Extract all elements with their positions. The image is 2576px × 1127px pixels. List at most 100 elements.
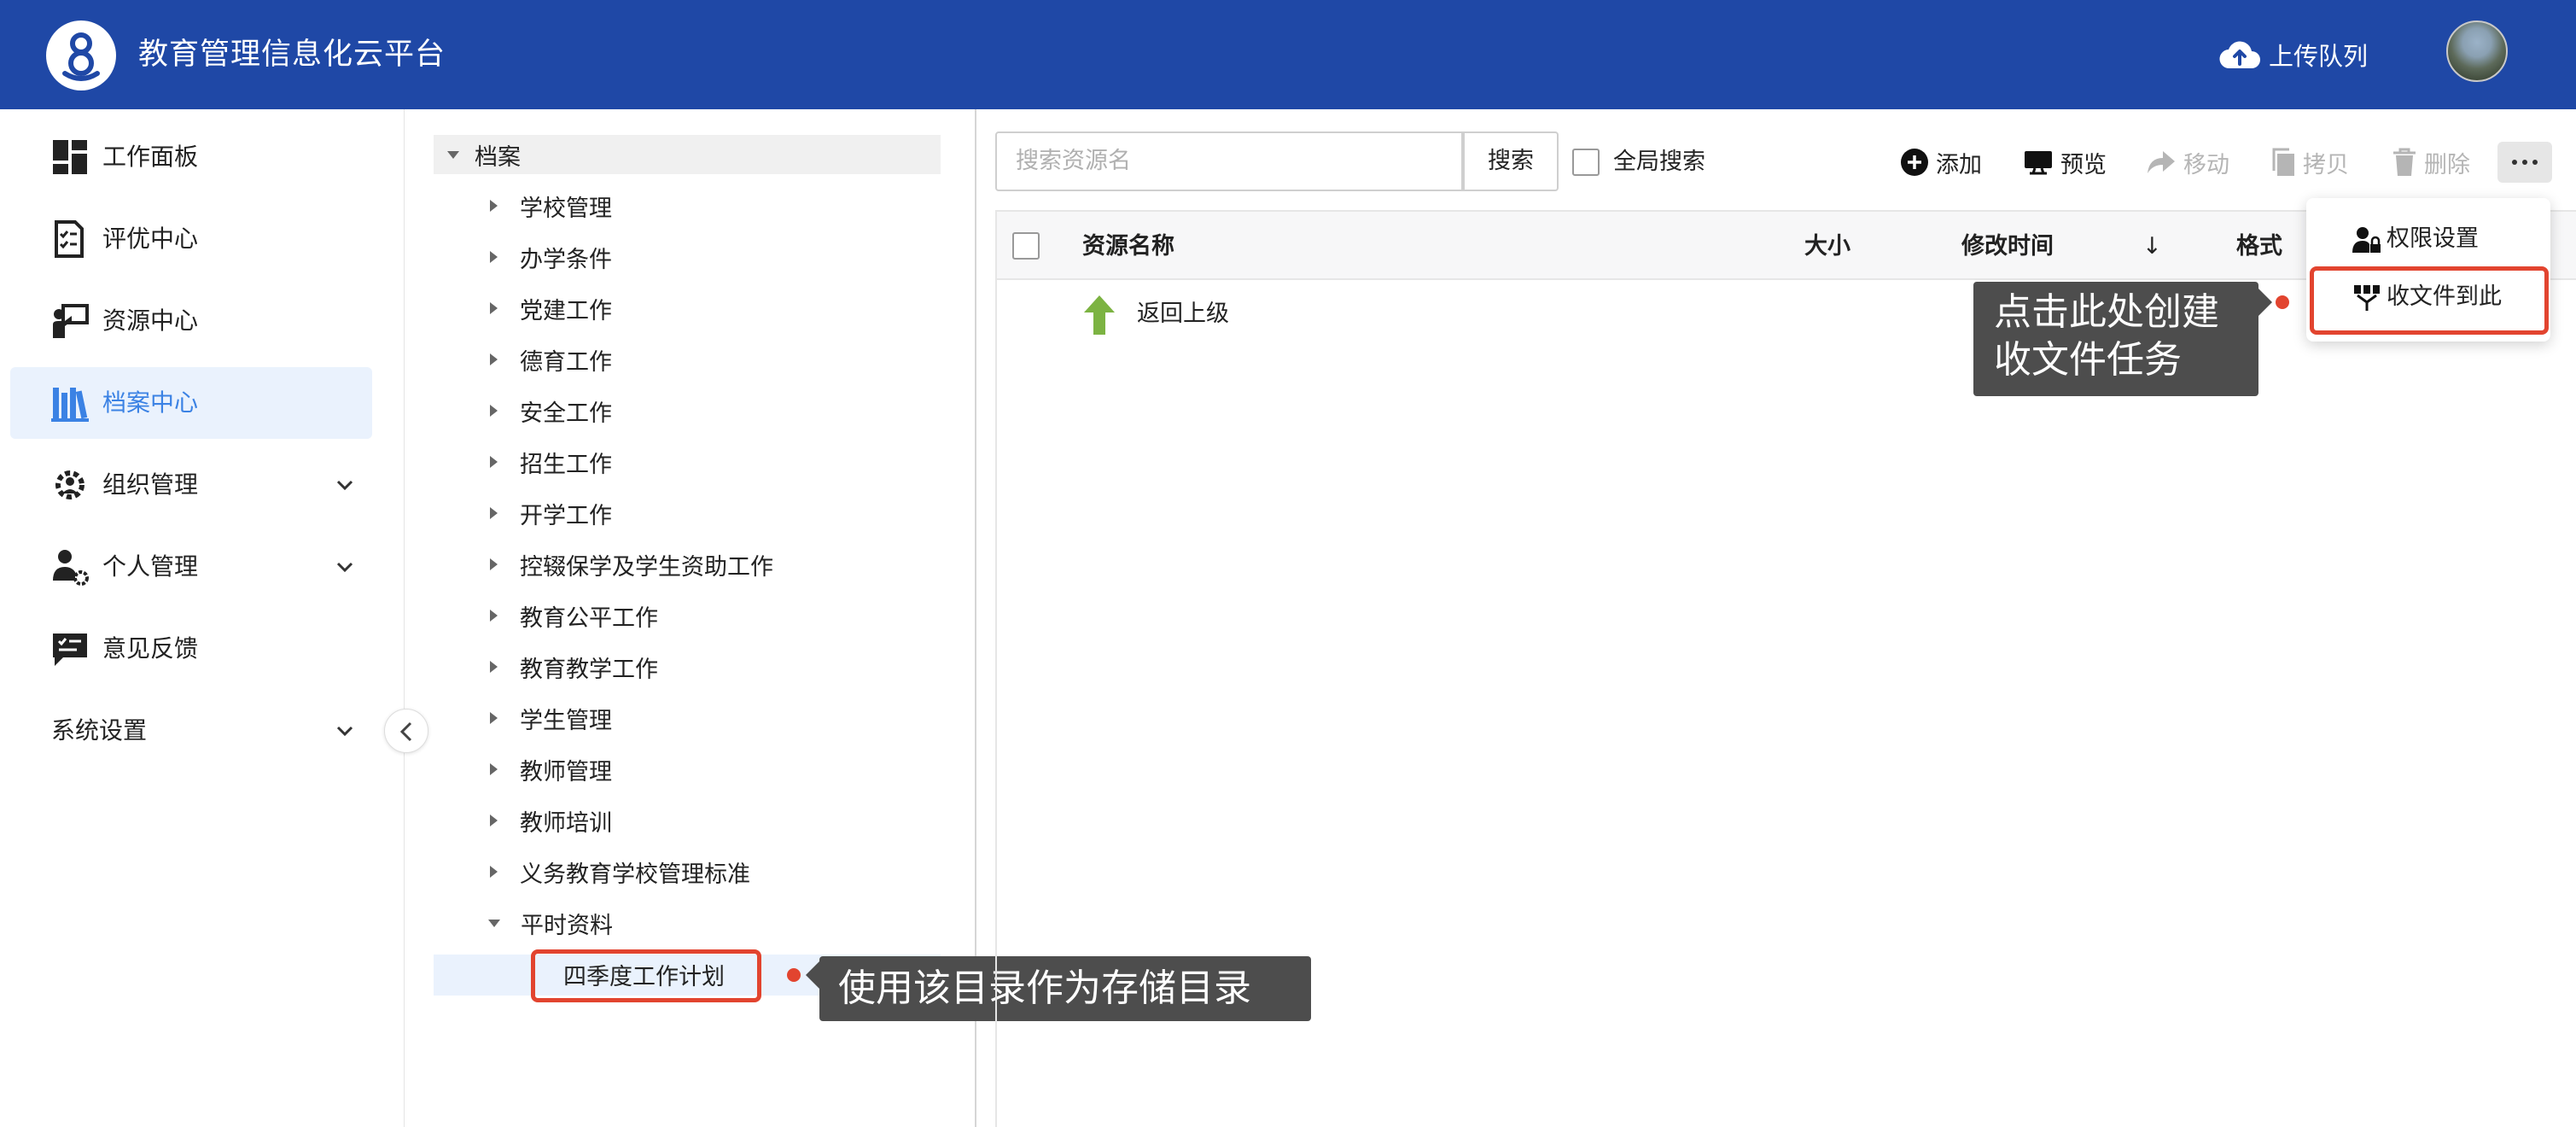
tree-node[interactable]: 安全工作 <box>490 391 612 430</box>
global-search-checkbox[interactable] <box>1572 149 1600 176</box>
global-search-label: 全局搜索 <box>1613 149 1705 175</box>
sidebar-item-dashboard[interactable]: 工作面板 <box>10 121 372 193</box>
sidebar-item-feedback[interactable]: 意见反馈 <box>10 613 372 685</box>
tree-node[interactable]: 学生管理 <box>490 698 612 738</box>
tree-node-label: 党建工作 <box>520 297 612 324</box>
menu-item-permissions[interactable]: 权限设置 <box>2306 213 2550 265</box>
copy-icon <box>2272 148 2294 176</box>
caret-right-icon <box>490 763 498 775</box>
tree-node-root[interactable]: 档案 <box>447 135 521 174</box>
sidebar-item-resources[interactable]: 资源中心 <box>10 285 372 357</box>
trash-icon <box>2393 148 2416 176</box>
tree-node-selected[interactable]: 四季度工作计划 <box>563 955 725 994</box>
tree-node[interactable]: 开学工作 <box>490 493 612 533</box>
chevron-down-icon <box>336 726 353 737</box>
sidebar-item-personal[interactable]: 个人管理 <box>10 531 372 603</box>
tree-node-label: 德育工作 <box>520 348 612 376</box>
callout-pointer-dot <box>2276 295 2289 309</box>
upload-queue-label: 上传队列 <box>2269 42 2369 71</box>
caret-right-icon <box>490 558 498 570</box>
caret-right-icon <box>490 405 498 417</box>
tree-node-expanded[interactable]: 平时资料 <box>488 903 613 943</box>
copy-button[interactable]: 拷贝 <box>2270 142 2349 183</box>
tree-node-label: 教育教学工作 <box>520 656 658 683</box>
user-gear-icon <box>53 550 89 586</box>
callout-text: 点击此处创建 <box>1994 290 2219 334</box>
archive-books-icon <box>51 388 89 422</box>
caret-right-icon <box>490 507 498 519</box>
sidebar-item-label: 评优中心 <box>102 225 199 253</box>
sidebar-item-system-settings[interactable]: 系统设置 <box>10 695 372 767</box>
caret-down-icon <box>447 150 459 159</box>
tree-node[interactable]: 学校管理 <box>490 186 612 225</box>
copy-label: 拷贝 <box>2303 151 2349 178</box>
caret-right-icon <box>490 251 498 263</box>
sidebar-item-label: 组织管理 <box>102 470 199 499</box>
chevron-down-icon <box>336 480 353 491</box>
tree-node[interactable]: 教师管理 <box>490 750 612 789</box>
add-button[interactable]: 添加 <box>1900 142 1982 183</box>
sidebar-item-organization[interactable]: 组织管理 <box>10 449 372 521</box>
tree-node[interactable]: 招生工作 <box>490 442 612 482</box>
more-options-button[interactable] <box>2497 142 2552 183</box>
caret-right-icon <box>490 661 498 673</box>
tree-node-label: 义务教育学校管理标准 <box>520 861 750 888</box>
column-size[interactable]: 大小 <box>1804 212 1850 282</box>
tree-node-label: 教师培训 <box>520 809 612 837</box>
search-input[interactable]: 搜索资源名 <box>995 131 1463 191</box>
add-label: 添加 <box>1936 151 1982 178</box>
callout-pointer-dot <box>787 968 801 982</box>
feedback-icon <box>53 634 87 666</box>
tree-node-label: 教育公平工作 <box>520 604 658 632</box>
caret-right-icon <box>490 302 498 314</box>
move-button[interactable]: 移动 <box>2146 142 2229 183</box>
sidebar-item-evaluation[interactable]: 评优中心 <box>10 203 372 275</box>
upload-queue-button[interactable]: 上传队列 <box>2219 34 2368 75</box>
sort-desc-icon[interactable]: ↓ <box>2142 212 2162 282</box>
sidebar-item-label: 工作面板 <box>102 143 199 171</box>
tree-node-label: 办学条件 <box>520 246 612 273</box>
top-header: 教育管理信息化云平台 上传队列 <box>0 0 2576 109</box>
column-modified[interactable]: 修改时间 <box>1961 212 2054 282</box>
more-dot <box>2522 160 2527 165</box>
user-lock-icon <box>2352 227 2381 253</box>
caret-right-icon <box>490 610 498 622</box>
select-all-checkbox[interactable] <box>1012 232 1040 260</box>
arrow-up-icon <box>1084 295 1115 335</box>
plus-circle-icon <box>1901 149 1928 176</box>
tree-node[interactable]: 教育公平工作 <box>490 596 658 635</box>
column-name[interactable]: 资源名称 <box>1082 212 1174 282</box>
sidebar-item-label: 个人管理 <box>102 552 199 581</box>
user-avatar[interactable] <box>2446 20 2508 82</box>
callout-text: 收文件任务 <box>1994 338 2182 382</box>
chevron-down-icon <box>336 562 353 573</box>
tree-node[interactable]: 党建工作 <box>490 289 612 328</box>
cloud-upload-icon <box>2219 41 2260 69</box>
tree-node[interactable]: 控辍保学及学生资助工作 <box>490 545 773 584</box>
caret-right-icon <box>490 456 498 468</box>
document-check-icon <box>55 220 84 258</box>
more-dot <box>2532 160 2538 165</box>
tree-node[interactable]: 教师培训 <box>490 801 612 840</box>
go-up-label: 返回上级 <box>1137 301 1229 327</box>
tree-node[interactable]: 义务教育学校管理标准 <box>490 852 750 891</box>
tree-node-label: 档案 <box>475 143 521 171</box>
caret-right-icon <box>490 353 498 365</box>
sidebar: 工作面板 评优中心 资源中心 档案中心 组织管理 个人管理 意见反馈 系统设置 <box>0 109 405 1127</box>
dashboard-icon <box>53 140 87 174</box>
preview-button[interactable]: 预览 <box>2023 142 2107 183</box>
column-format[interactable]: 格式 <box>2236 212 2282 282</box>
sidebar-item-archive[interactable]: 档案中心 <box>10 367 372 439</box>
platform-logo[interactable] <box>46 20 116 91</box>
more-dot <box>2512 160 2517 165</box>
tree-node-label: 学生管理 <box>520 707 612 734</box>
sidebar-item-label: 意见反馈 <box>102 634 199 663</box>
delete-button[interactable]: 删除 <box>2392 142 2470 183</box>
tree-node[interactable]: 德育工作 <box>490 340 612 379</box>
tree-node-label: 控辍保学及学生资助工作 <box>520 553 773 581</box>
tree-node-label: 学校管理 <box>520 195 612 222</box>
search-button[interactable]: 搜索 <box>1463 131 1559 191</box>
tree-node[interactable]: 办学条件 <box>490 237 612 277</box>
tree-node[interactable]: 教育教学工作 <box>490 647 658 686</box>
caret-right-icon <box>490 200 498 212</box>
